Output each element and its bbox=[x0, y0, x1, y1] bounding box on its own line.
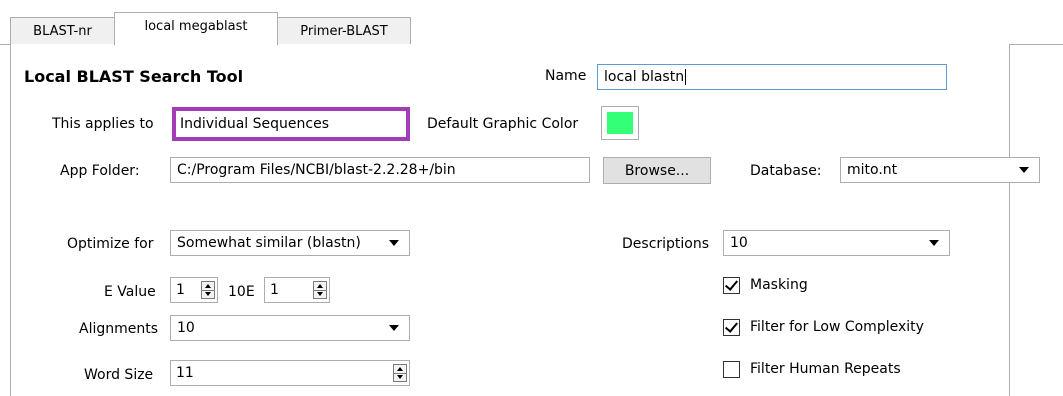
descriptions-label: Descriptions bbox=[622, 236, 710, 252]
applies-to-field[interactable]: Individual Sequences bbox=[172, 107, 410, 141]
database-select-value: mito.nt bbox=[847, 162, 898, 178]
wordsize-label: Word Size bbox=[84, 367, 154, 383]
color-label: Default Graphic Color bbox=[427, 116, 579, 132]
chevron-down-icon bbox=[389, 240, 399, 246]
checkmark-icon bbox=[724, 319, 739, 333]
chevron-down-icon bbox=[389, 325, 399, 331]
spin-arrows-icon[interactable] bbox=[393, 364, 407, 382]
tab-primer-blast[interactable]: Primer-BLAST bbox=[277, 17, 411, 44]
alignments-label: Alignments bbox=[79, 321, 159, 337]
exponent-value: 1 bbox=[270, 282, 279, 298]
tab-label: local megablast bbox=[144, 19, 248, 34]
name-input[interactable]: local blastn bbox=[597, 64, 947, 90]
tab-label: Primer-BLAST bbox=[300, 23, 388, 39]
form-title: Local BLAST Search Tool bbox=[24, 67, 244, 86]
app-folder-input[interactable]: C:/Program Files/NCBI/blast-2.2.28+/bin bbox=[170, 157, 590, 183]
name-label: Name bbox=[545, 68, 587, 84]
masking-label: Masking bbox=[750, 277, 808, 293]
alignments-select-value: 10 bbox=[177, 320, 195, 336]
spin-arrows-icon[interactable] bbox=[313, 281, 327, 299]
low-complexity-label: Filter for Low Complexity bbox=[750, 319, 924, 335]
chevron-down-icon bbox=[929, 240, 939, 246]
text-cursor bbox=[685, 69, 687, 85]
checkmark-icon bbox=[724, 277, 739, 291]
optimize-label: Optimize for bbox=[67, 236, 154, 252]
name-input-value: local blastn bbox=[604, 69, 685, 85]
descriptions-select[interactable]: 10 bbox=[723, 230, 950, 256]
tab-blast-nr[interactable]: BLAST-nr bbox=[10, 17, 115, 44]
optimize-select[interactable]: Somewhat similar (blastn) bbox=[170, 230, 410, 256]
tab-local-megablast[interactable]: local megablast bbox=[114, 12, 278, 45]
evalue-spinbox[interactable]: 1 bbox=[170, 277, 218, 303]
human-repeats-label: Filter Human Repeats bbox=[750, 361, 901, 377]
low-complexity-checkbox[interactable] bbox=[723, 319, 740, 336]
tab-label: BLAST-nr bbox=[33, 23, 92, 39]
optimize-select-value: Somewhat similar (blastn) bbox=[177, 235, 361, 251]
database-label: Database: bbox=[750, 163, 822, 179]
exponent-label: 10E bbox=[228, 284, 255, 300]
chevron-down-icon bbox=[1019, 167, 1029, 173]
applies-to-value: Individual Sequences bbox=[180, 116, 329, 132]
settings-panel bbox=[10, 44, 1010, 396]
browse-button-label: Browse... bbox=[624, 162, 690, 179]
color-picker-button[interactable] bbox=[601, 106, 639, 140]
evalue-value: 1 bbox=[176, 282, 185, 298]
wordsize-value: 11 bbox=[176, 365, 194, 381]
app-folder-label: App Folder: bbox=[60, 163, 140, 179]
wordsize-spinbox[interactable]: 11 bbox=[170, 360, 410, 386]
exponent-spinbox[interactable]: 1 bbox=[264, 277, 330, 303]
spin-arrows-icon[interactable] bbox=[201, 281, 215, 299]
human-repeats-checkbox[interactable] bbox=[723, 361, 740, 378]
browse-button[interactable]: Browse... bbox=[603, 157, 711, 184]
app-folder-value: C:/Program Files/NCBI/blast-2.2.28+/bin bbox=[177, 162, 456, 178]
applies-label: This applies to bbox=[52, 116, 154, 132]
masking-checkbox[interactable] bbox=[723, 277, 740, 294]
evalue-label: E Value bbox=[104, 284, 156, 300]
color-swatch bbox=[607, 112, 633, 134]
database-select[interactable]: mito.nt bbox=[840, 157, 1040, 183]
alignments-select[interactable]: 10 bbox=[170, 315, 410, 341]
descriptions-select-value: 10 bbox=[730, 235, 748, 251]
